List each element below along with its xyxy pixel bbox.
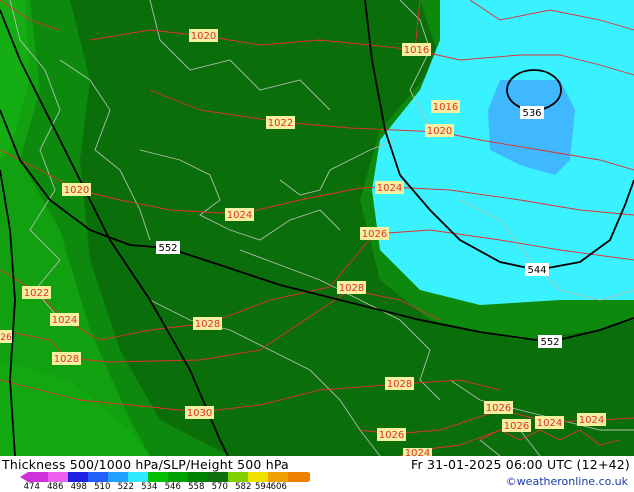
isobar-label: 1016 <box>431 100 460 113</box>
isobar-label: 1028 <box>193 317 222 330</box>
svg-text:26: 26 <box>0 333 12 343</box>
isobar-label: 26 <box>0 330 12 343</box>
legend-tick: 498 <box>70 482 87 492</box>
svg-text:1026: 1026 <box>504 421 529 432</box>
valid-time: Fr 31-01-2025 06:00 UTC (12+42) <box>411 457 630 472</box>
svg-text:1024: 1024 <box>52 315 77 326</box>
svg-text:1016: 1016 <box>433 102 458 113</box>
svg-text:1024: 1024 <box>579 415 604 426</box>
map-title: Thickness 500/1000 hPa/SLP/Height 500 hP… <box>2 457 289 472</box>
isobar-label: 1020 <box>189 29 218 42</box>
legend-tick: 486 <box>47 482 64 492</box>
svg-text:1020: 1020 <box>64 185 89 196</box>
legend-tick: 594 <box>255 482 272 492</box>
height-label-552-west: 552 <box>156 241 180 254</box>
svg-text:1030: 1030 <box>187 408 212 419</box>
legend-tick: 534 <box>141 482 158 492</box>
svg-text:1026: 1026 <box>362 229 387 240</box>
weather-map: 1020 1016 1016 1020 1022 1020 1024 1024 … <box>0 0 634 492</box>
credit-link[interactable]: ©weatheronline.co.uk <box>506 475 628 488</box>
legend-swatch <box>188 472 208 482</box>
legend-swatch <box>68 472 88 482</box>
svg-text:1024: 1024 <box>227 210 252 221</box>
isobar-label: 1026 <box>484 401 513 414</box>
svg-text:536: 536 <box>522 108 541 119</box>
isobar-label: 1028 <box>52 352 81 365</box>
legend-tick: 558 <box>188 482 205 492</box>
isobar-label: 1024 <box>375 181 404 194</box>
isobar-label: 1024 <box>577 413 606 426</box>
height-label-544: 544 <box>525 263 549 276</box>
legend-swatch <box>228 472 248 482</box>
svg-text:1028: 1028 <box>54 354 79 365</box>
legend-tick: 474 <box>23 482 40 492</box>
legend-tick: 582 <box>235 482 252 492</box>
isobar-label: 1024 <box>50 313 79 326</box>
svg-text:1016: 1016 <box>404 45 429 56</box>
legend-swatch <box>168 472 188 482</box>
isobar-label: 1024 <box>535 416 564 429</box>
svg-text:1022: 1022 <box>24 288 49 299</box>
svg-text:1028: 1028 <box>195 319 220 330</box>
svg-text:1028: 1028 <box>339 283 364 294</box>
legend-swatch <box>148 472 168 482</box>
isobar-label: 1020 <box>62 183 91 196</box>
isobar-label: 1024 <box>225 208 254 221</box>
legend-swatch <box>208 472 228 482</box>
svg-text:552: 552 <box>540 337 559 348</box>
isobar-label: 1016 <box>402 43 431 56</box>
isobar-label: 1030 <box>185 406 214 419</box>
legend-swatch <box>28 472 48 482</box>
svg-text:1026: 1026 <box>486 403 511 414</box>
map-footer: Thickness 500/1000 hPa/SLP/Height 500 hP… <box>0 456 634 492</box>
svg-text:1020: 1020 <box>191 31 216 42</box>
svg-text:1024: 1024 <box>537 418 562 429</box>
isobar-label: 1026 <box>502 419 531 432</box>
legend-swatch <box>88 472 108 482</box>
legend-swatch <box>108 472 128 482</box>
svg-text:1024: 1024 <box>377 183 402 194</box>
legend-swatch <box>48 472 68 482</box>
isobar-label: 1026 <box>360 227 389 240</box>
height-label-552-east: 552 <box>538 335 562 348</box>
legend-tick: 570 <box>211 482 228 492</box>
svg-text:1020: 1020 <box>427 126 452 137</box>
svg-text:1026: 1026 <box>379 430 404 441</box>
isobar-label: 1028 <box>385 377 414 390</box>
legend-tick-labels: 474 486 498 510 522 534 546 558 570 582 594606 <box>20 482 291 492</box>
svg-text:1022: 1022 <box>268 118 293 129</box>
isobar-label: 1020 <box>425 124 454 137</box>
legend-tick: 606 <box>270 482 287 492</box>
legend-swatch <box>248 472 268 482</box>
svg-text:544: 544 <box>527 265 546 276</box>
legend-swatch <box>128 472 148 482</box>
height-label-536: 536 <box>520 106 544 119</box>
svg-text:1028: 1028 <box>387 379 412 390</box>
svg-text:552: 552 <box>158 243 177 254</box>
isobar-label: 1028 <box>337 281 366 294</box>
legend-swatch <box>288 472 308 482</box>
legend-tick: 510 <box>94 482 111 492</box>
map-canvas: 1020 1016 1016 1020 1022 1020 1024 1024 … <box>0 0 634 459</box>
isobar-label: 1022 <box>266 116 295 129</box>
legend-tick: 522 <box>117 482 134 492</box>
legend-tick: 546 <box>164 482 181 492</box>
isobar-label: 1022 <box>22 286 51 299</box>
legend-arrow-left <box>20 472 28 482</box>
legend-arrow-right <box>308 472 310 482</box>
legend-swatch <box>268 472 288 482</box>
isobar-label: 1026 <box>377 428 406 441</box>
color-legend <box>20 472 310 482</box>
